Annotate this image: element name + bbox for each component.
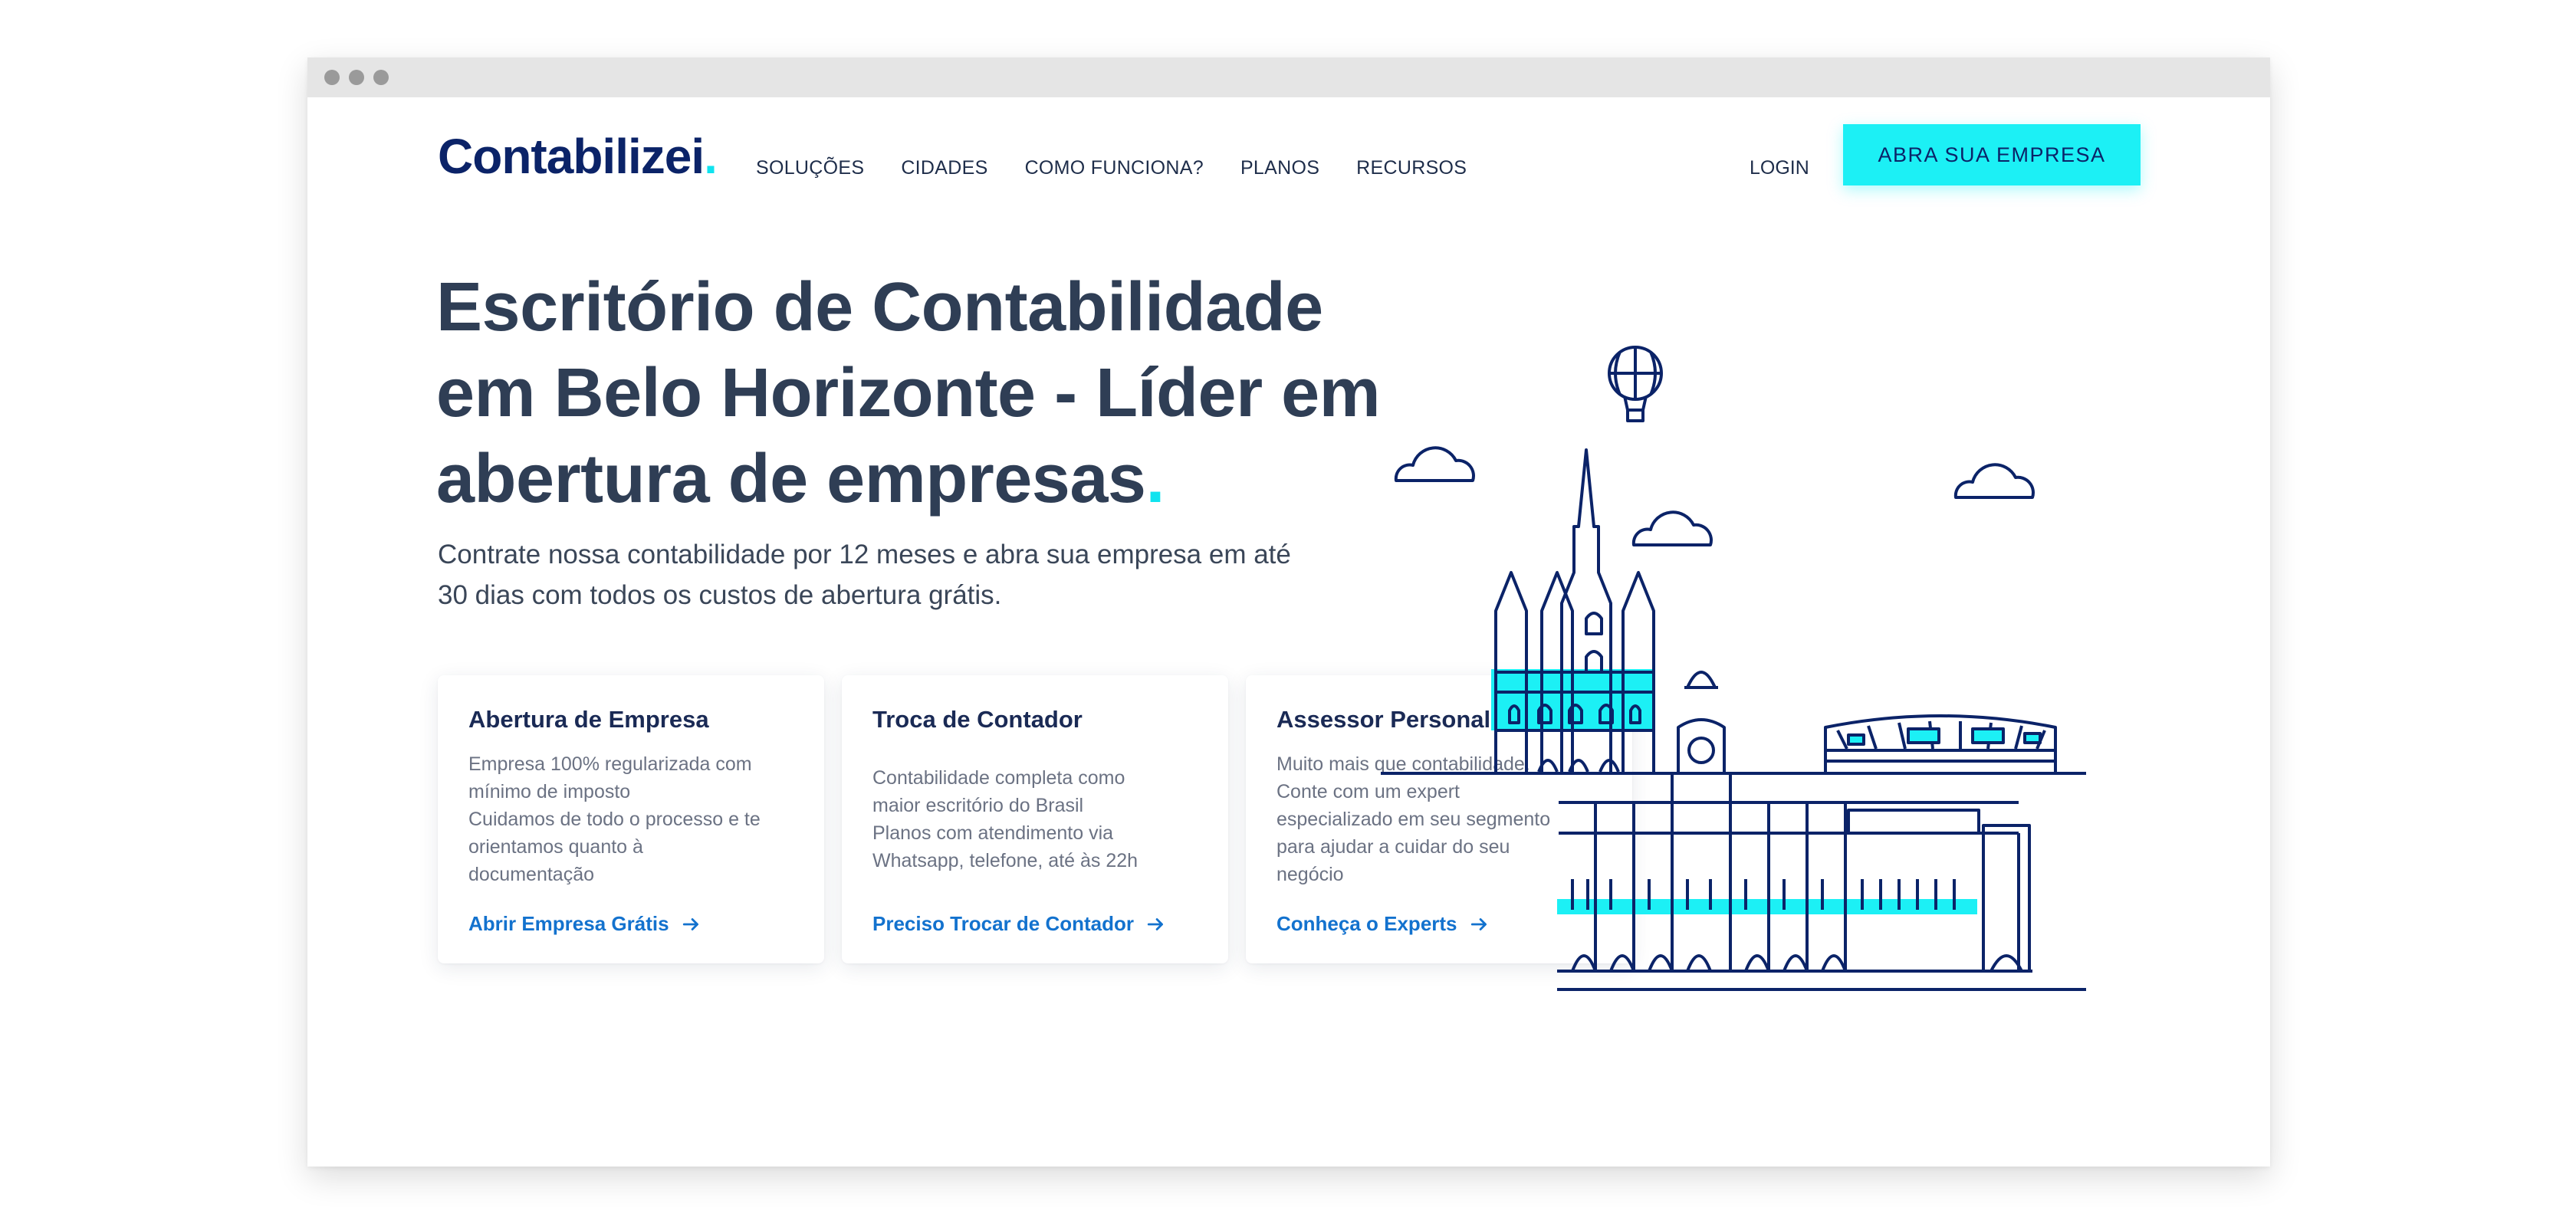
service-card-troca[interactable]: Troca de Contador Contabilidade completa… [842, 675, 1228, 963]
card-description-line: orientamos quanto à [468, 836, 643, 858]
open-company-button[interactable]: ABRA SUA EMPRESA [1843, 124, 2141, 185]
card-title: Abertura de Empresa [468, 706, 709, 733]
switch-accountant-link[interactable]: Preciso Trocar de Contador [872, 912, 1166, 936]
card-description-line: maior escritório do Brasil [872, 795, 1084, 816]
window-minimize-dot-icon[interactable] [349, 70, 364, 85]
browser-title-bar [307, 57, 2270, 97]
hero-title-text: Escritório de Contabilidade em Belo Hori… [436, 269, 1381, 517]
cloud-icon [1631, 510, 1713, 546]
card-description-line: mínimo de imposto [468, 781, 631, 802]
cathedral-icon [1494, 448, 1655, 773]
card-description: Empresa 100% regularizada com mínimo de … [468, 750, 806, 888]
card-description: Contabilidade completa como maior escrit… [872, 764, 1210, 875]
nav-item-como-funciona[interactable]: COMO FUNCIONA? [1025, 157, 1204, 179]
brand-dot: . [704, 129, 718, 184]
service-card-abertura[interactable]: Abertura de Empresa Empresa 100% regular… [438, 675, 824, 963]
card-link-label: Preciso Trocar de Contador [872, 912, 1134, 935]
brand-logo[interactable]: Contabilizei. [438, 128, 718, 185]
card-description-line: Cuidamos de todo o processo e te [468, 809, 761, 830]
browser-window: Contabilizei. SOLUÇÕES CIDADES COMO FUNC… [307, 57, 2270, 1167]
card-title: Troca de Contador [872, 706, 1083, 733]
card-description-line: Planos com atendimento via [872, 822, 1114, 844]
login-link[interactable]: LOGIN [1750, 157, 1809, 179]
nav-item-solucoes[interactable]: SOLUÇÕES [756, 157, 864, 179]
brand-name: Contabilizei [438, 129, 705, 184]
main-nav: SOLUÇÕES CIDADES COMO FUNCIONA? PLANOS R… [756, 157, 1467, 179]
cloud-icon [1953, 463, 2035, 499]
belo-horizonte-skyline-illustration [1381, 346, 2086, 991]
hero-subtitle: Contrate nossa contabilidade por 12 mese… [438, 540, 1291, 610]
window-maximize-dot-icon[interactable] [373, 70, 389, 85]
card-link-label: Abrir Empresa Grátis [468, 912, 669, 935]
nav-item-planos[interactable]: PLANOS [1240, 157, 1319, 179]
window-close-dot-icon[interactable] [324, 70, 340, 85]
card-description-line: Empresa 100% regularizada com [468, 753, 752, 775]
arrow-right-icon [1147, 917, 1163, 930]
card-description-line: documentação [468, 864, 595, 885]
cloud-icon [1394, 446, 1475, 482]
stadium-icon [1824, 714, 2057, 773]
open-company-free-link[interactable]: Abrir Empresa Grátis [468, 912, 702, 936]
card-description-line: Whatsapp, telefone, até às 22h [872, 850, 1138, 871]
nav-item-cidades[interactable]: CIDADES [901, 157, 987, 179]
nav-item-recursos[interactable]: RECURSOS [1356, 157, 1467, 179]
arrow-right-icon [682, 917, 698, 930]
card-description-line: Contabilidade completa como [872, 767, 1125, 789]
hero-title: Escritório de Contabilidade em Belo Hori… [436, 264, 1402, 522]
hero-title-dot: . [1145, 441, 1165, 517]
landing-page: Contabilizei. SOLUÇÕES CIDADES COMO FUNC… [307, 97, 2270, 1167]
balloon-icon [1608, 346, 1663, 422]
